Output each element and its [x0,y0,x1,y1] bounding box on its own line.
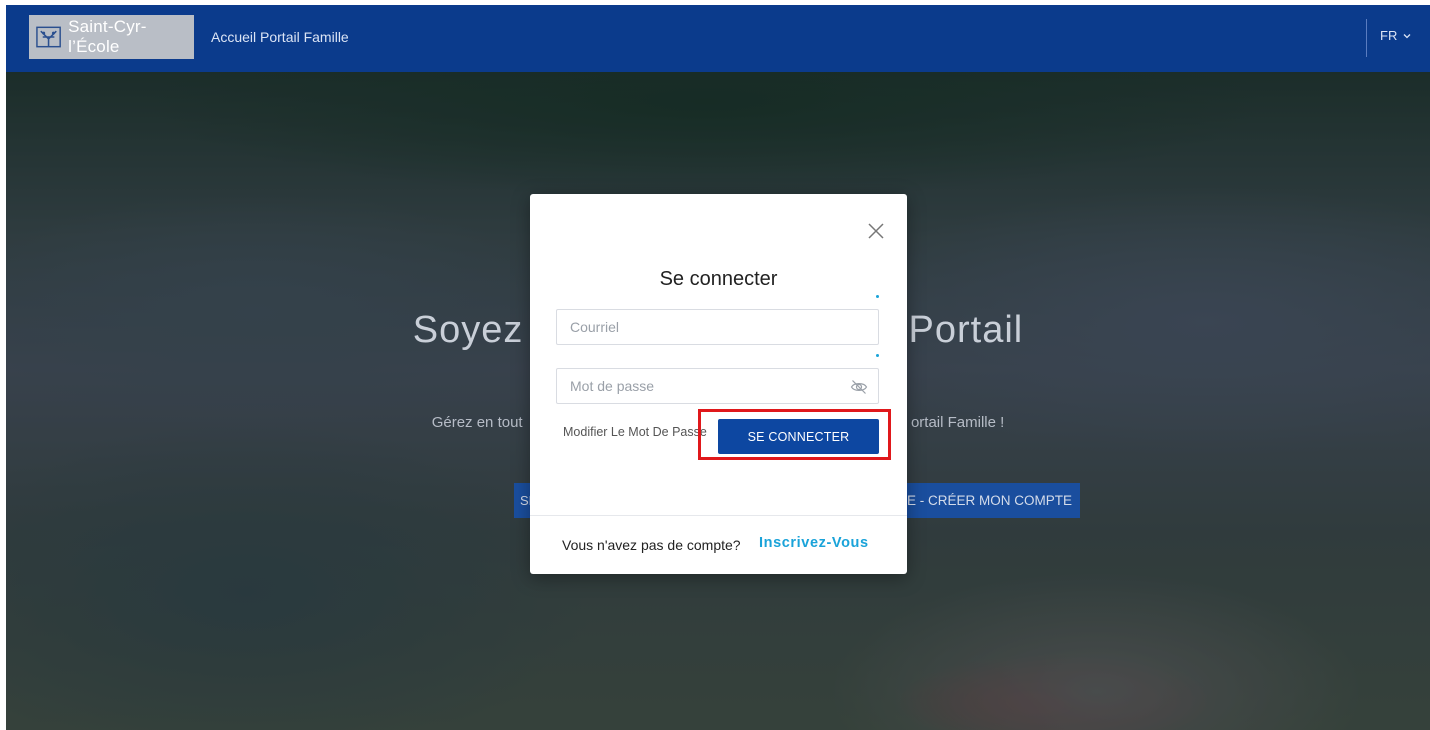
no-account-text: Vous n'avez pas de compte? [562,537,741,553]
login-button[interactable]: SE CONNECTER [718,419,879,454]
login-modal: Se connecter Modifier Le Mot De Passe SE… [530,194,907,574]
email-input[interactable] [557,310,878,344]
hero-title-left: Soyez [412,309,524,351]
field-indicator-dot [876,354,879,357]
language-label: FR [1380,28,1398,43]
hero-subtitle-left: Gérez en tout [431,414,523,431]
close-icon[interactable] [865,220,887,242]
modal-title: Se connecter [659,268,778,290]
nav-link-portail-famille[interactable]: Accueil Portail Famille [211,29,349,45]
logo-text: Saint-Cyr-l’École [68,17,147,56]
crest-icon [36,26,61,48]
field-indicator-dot [876,295,879,298]
city-logo[interactable]: Saint-Cyr-l’École [29,15,194,59]
modal-divider [530,515,907,516]
hero-subtitle-right: ortail Famille ! [910,414,1005,431]
password-input[interactable] [557,369,878,403]
language-divider [1366,19,1367,57]
email-field[interactable] [556,309,879,345]
top-navigation-bar: Saint-Cyr-l’École Accueil Portail Famill… [6,5,1430,72]
eye-off-icon[interactable] [850,378,868,396]
chevron-down-icon [1403,33,1411,38]
language-selector[interactable]: FR [1380,28,1411,43]
signup-link[interactable]: Inscrivez-Vous [759,535,869,551]
forgot-password-link[interactable]: Modifier Le Mot De Passe [563,425,707,439]
password-field[interactable] [556,368,879,404]
hero-create-account-button[interactable]: E - CRÉER MON COMPTE [906,483,1080,518]
hero-title-right: Portail [908,309,1024,351]
